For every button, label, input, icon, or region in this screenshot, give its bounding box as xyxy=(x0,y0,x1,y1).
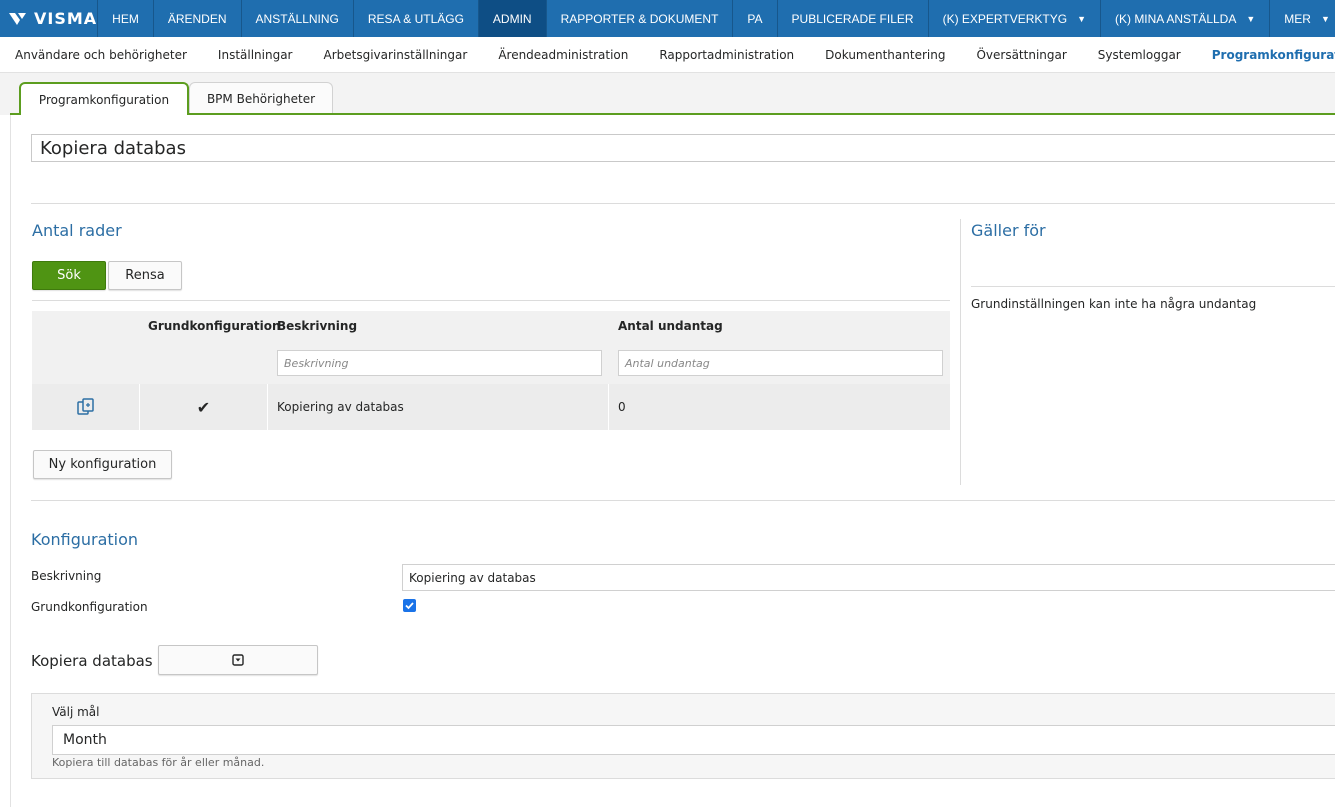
chevron-down-icon: ▼ xyxy=(1320,13,1330,24)
nav-item-mer[interactable]: MER ▼ xyxy=(1270,0,1335,37)
check-mark: ✔ xyxy=(196,397,211,417)
base-config-label: Grundkonfiguration xyxy=(31,600,148,614)
nav-label: (K) MINA ANSTÄLLDA xyxy=(1114,11,1237,26)
nav-label: ADMIN xyxy=(492,11,532,26)
divider xyxy=(971,286,1335,287)
divider xyxy=(32,300,950,301)
config-table: Grundkonfiguration Beskrivning Antal und… xyxy=(32,311,950,430)
nav-item-expertverktyg[interactable]: (K) EXPERTVERKTYG ▼ xyxy=(929,0,1101,37)
subnav-item-dokumenthantering[interactable]: Dokumenthantering xyxy=(825,48,945,62)
cell-beskrivning: Kopiering av databas xyxy=(269,384,609,430)
table-row[interactable]: ✔ Kopiering av databas 0 xyxy=(32,384,950,430)
divider xyxy=(31,203,1335,204)
subnav-item-oversattningar[interactable]: Översättningar xyxy=(976,48,1066,62)
subnav-item-anvandare[interactable]: Användare och behörigheter xyxy=(15,48,187,62)
nav-item-publicerade-filer[interactable]: PUBLICERADE FILER xyxy=(778,0,929,37)
column-header-antal-undantag[interactable]: Antal undantag xyxy=(618,319,723,333)
tab-label: BPM Behörigheter xyxy=(206,91,316,106)
brand-name: VISMA xyxy=(34,9,98,28)
cell-text: Kopiering av databas xyxy=(277,400,404,414)
subnav-item-arbetsgivarinstallningar[interactable]: Arbetsgivarinställningar xyxy=(324,48,468,62)
visma-logo-icon xyxy=(9,12,26,25)
applies-heading: Gäller för xyxy=(971,221,1046,240)
nav-label: MER xyxy=(1284,11,1311,26)
clear-button[interactable]: Rensa xyxy=(108,261,182,290)
column-header-beskrivning[interactable]: Beskrivning xyxy=(277,319,357,333)
description-value: Kopiering av databas xyxy=(409,570,536,585)
nav-label: RAPPORTER & DOKUMENT xyxy=(560,11,719,26)
base-config-checkbox[interactable] xyxy=(403,599,416,612)
nav-label: HEM xyxy=(112,11,139,26)
filter-antal-undantag-input[interactable]: Antal undantag xyxy=(618,350,943,376)
search-button-label: Sök xyxy=(57,268,81,283)
top-navigation: VISMA HEM ÄRENDEN ANSTÄLLNING RESA & UTL… xyxy=(0,0,1335,37)
copy-icon[interactable] xyxy=(32,384,140,430)
new-configuration-button[interactable]: Ny konfiguration xyxy=(33,450,172,479)
target-value: Month xyxy=(63,732,107,748)
filter-placeholder: Beskrivning xyxy=(284,356,349,370)
cell-antal-undantag: 0 xyxy=(610,384,950,430)
sub-navigation: Användare och behörigheter Inställningar… xyxy=(0,37,1335,73)
nav-item-arenden[interactable]: ÄRENDEN xyxy=(154,0,242,37)
check-icon: ✔ xyxy=(140,384,268,430)
nav-item-mina-anstallda[interactable]: (K) MINA ANSTÄLLDA ▼ xyxy=(1101,0,1271,37)
tab-label: Programkonfiguration xyxy=(38,92,170,107)
subnav-item-systemloggar[interactable]: Systemloggar xyxy=(1098,48,1181,62)
target-help-text: Kopiera till databas för år eller månad. xyxy=(52,756,265,769)
chevron-down-icon: ▼ xyxy=(1246,13,1256,24)
subnav-item-installningar[interactable]: Inställningar xyxy=(218,48,293,62)
target-panel: Välj mål Month Kopiera till databas för … xyxy=(31,693,1335,779)
divider xyxy=(31,500,1335,501)
target-label: Välj mål xyxy=(52,705,100,719)
configuration-heading: Konfiguration xyxy=(31,530,139,549)
visma-logo[interactable]: VISMA xyxy=(0,0,99,37)
filter-placeholder: Antal undantag xyxy=(625,356,710,370)
new-configuration-label: Ny konfiguration xyxy=(48,457,157,472)
nav-label: ANSTÄLLNING xyxy=(255,11,339,26)
rows-heading: Antal rader xyxy=(32,221,122,240)
target-select[interactable]: Month xyxy=(52,725,1335,755)
filter-beskrivning-input[interactable]: Beskrivning xyxy=(277,350,602,376)
cell-text: 0 xyxy=(618,400,626,414)
collapse-toggle-button[interactable] xyxy=(158,645,318,675)
nav-label: PA xyxy=(747,11,763,26)
subnav-item-rapportadministration[interactable]: Rapportadministration xyxy=(659,48,794,62)
nav-label: (K) EXPERTVERKTYG xyxy=(942,11,1068,26)
description-label: Beskrivning xyxy=(31,569,102,583)
clear-button-label: Rensa xyxy=(125,268,165,283)
checkmark-icon xyxy=(405,602,414,610)
nav-item-resa-utlagg[interactable]: RESA & UTLÄGG xyxy=(354,0,479,37)
applies-note: Grundinställningen kan inte ha några und… xyxy=(971,297,1257,311)
nav-item-pa[interactable]: PA xyxy=(733,0,778,37)
tab-bpm-behorigheter[interactable]: BPM Behörigheter xyxy=(189,82,333,114)
nav-label: RESA & UTLÄGG xyxy=(367,11,464,26)
page-title-text: Kopiera databas xyxy=(40,137,186,159)
nav-label: PUBLICERADE FILER xyxy=(791,11,914,26)
page-title: Kopiera databas xyxy=(31,134,1335,162)
subnav-item-programkonfiguration[interactable]: Programkonfiguration xyxy=(1212,48,1335,62)
column-divider xyxy=(960,219,961,485)
table-header: Grundkonfiguration Beskrivning Antal und… xyxy=(32,311,950,384)
nav-label: ÄRENDEN xyxy=(167,11,227,26)
nav-item-anstallning[interactable]: ANSTÄLLNING xyxy=(242,0,354,37)
copy-database-label: Kopiera databas xyxy=(31,652,153,670)
copy-icon-graphic xyxy=(76,398,94,415)
tab-underline xyxy=(10,113,1335,115)
tab-programkonfiguration[interactable]: Programkonfiguration xyxy=(19,82,189,115)
column-header-grundkonfiguration[interactable]: Grundkonfiguration xyxy=(148,319,281,333)
chevron-down-icon: ▼ xyxy=(1077,13,1086,24)
search-button[interactable]: Sök xyxy=(32,261,106,290)
nav-item-hem[interactable]: HEM xyxy=(98,0,154,37)
nav-item-rapporter-dokument[interactable]: RAPPORTER & DOKUMENT xyxy=(547,0,734,37)
description-field[interactable]: Kopiering av databas xyxy=(402,564,1335,591)
nav-item-admin[interactable]: ADMIN xyxy=(478,0,547,37)
collapse-icon xyxy=(232,654,244,666)
subnav-item-arendeadministration[interactable]: Ärendeadministration xyxy=(498,48,628,62)
